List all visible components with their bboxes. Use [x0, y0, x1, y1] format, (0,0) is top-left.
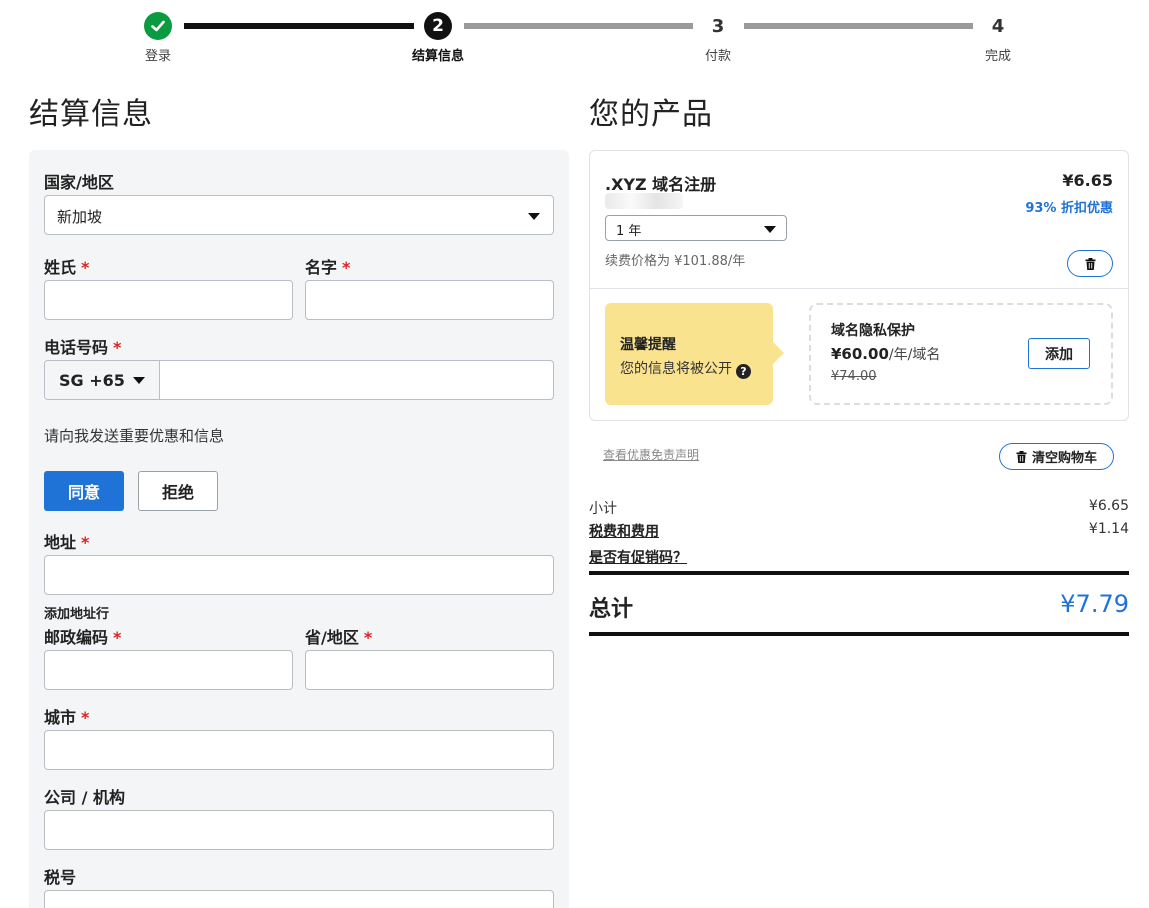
product-price: ¥6.65: [1062, 171, 1113, 190]
company-input[interactable]: [44, 810, 554, 850]
agree-button[interactable]: 同意: [44, 471, 124, 511]
remove-item-button[interactable]: [1067, 250, 1113, 277]
subtotal-row: 小计 ¥6.65: [589, 498, 1129, 518]
warning-title: 温馨提醒: [620, 337, 676, 353]
warning-arrow: [773, 342, 784, 364]
tax-fees-link[interactable]: 税费和费用: [589, 524, 659, 540]
step-complete: 4 完成: [938, 12, 1058, 65]
privacy-title: 域名隐私保护: [831, 323, 915, 339]
checkout-stepper: 登录 2 结算信息 3 付款 4 完成: [0, 0, 1149, 70]
step-number: 4: [991, 15, 1005, 37]
step-number: 3: [711, 15, 725, 37]
clear-cart-label: 清空购物车: [1031, 451, 1097, 466]
company-label: 公司 / 机构: [44, 788, 125, 807]
province-input[interactable]: [305, 650, 554, 690]
privacy-original-price: ¥74.00: [831, 369, 877, 384]
total-value: ¥7.79: [1060, 590, 1129, 618]
city-input[interactable]: [44, 730, 554, 770]
first-name-label: 名字 *: [305, 258, 351, 277]
first-name-input[interactable]: [305, 280, 554, 320]
step-login[interactable]: 登录: [98, 12, 218, 64]
phone-country-code-select[interactable]: SG +65: [45, 361, 160, 399]
product-card: .XYZ 域名注册 ¥6.65 93% 折扣优惠 1 年 续费价格为 ¥101.…: [589, 150, 1129, 421]
help-icon[interactable]: ?: [736, 364, 751, 379]
privacy-price: ¥60.00/年/域名: [831, 345, 941, 363]
total-divider-bottom: [589, 632, 1129, 636]
marketing-consent-text: 请向我发送重要优惠和信息: [44, 427, 225, 445]
tax-row: 税费和费用 ¥1.14: [589, 521, 1129, 541]
check-icon: [144, 12, 172, 40]
postal-code-input[interactable]: [44, 650, 293, 690]
step-payment: 3 付款: [658, 12, 778, 65]
city-label: 城市 *: [44, 708, 90, 727]
promo-row: 是否有促销码？: [589, 547, 1129, 567]
warning-text: 您的信息将被公开?: [620, 358, 751, 379]
tax-value: ¥1.14: [1088, 521, 1129, 537]
subtotal-label: 小计: [589, 501, 617, 517]
country-label: 国家/地区: [44, 173, 114, 192]
last-name-input[interactable]: [44, 280, 293, 320]
total-divider-top: [589, 571, 1129, 575]
card-divider: [590, 288, 1128, 289]
step-billing: 2 结算信息: [378, 12, 498, 64]
trash-icon: [1016, 450, 1027, 463]
term-select-value: 1 年: [616, 224, 642, 239]
step-label: 登录: [144, 49, 171, 64]
tax-id-input[interactable]: [44, 890, 554, 908]
last-name-label: 姓氏 *: [44, 258, 90, 277]
promo-code-link[interactable]: 是否有促销码？: [589, 550, 687, 566]
chevron-down-icon: [528, 213, 540, 220]
chevron-down-icon: [133, 377, 145, 384]
term-select[interactable]: 1 年: [605, 215, 787, 241]
phone-input[interactable]: SG +65: [44, 360, 554, 400]
phone-country-code-value: SG +65: [59, 371, 125, 390]
subtotal-value: ¥6.65: [1088, 498, 1129, 514]
step-number: 2: [424, 12, 452, 40]
province-label: 省/地区 *: [305, 628, 373, 647]
billing-title: 结算信息: [29, 97, 153, 132]
step-label: 付款: [704, 49, 731, 64]
discount-disclaimer-link[interactable]: 查看优惠免责声明: [603, 446, 699, 463]
discount-badge: 93% 折扣优惠: [1025, 201, 1113, 216]
address-label: 地址 *: [44, 533, 90, 552]
add-privacy-button[interactable]: 添加: [1028, 338, 1090, 369]
address-input[interactable]: [44, 555, 554, 595]
clear-cart-button[interactable]: 清空购物车: [999, 443, 1114, 470]
blurred-domain-name: [605, 193, 683, 209]
tax-id-label: 税号: [44, 868, 77, 887]
phone-label: 电话号码 *: [44, 338, 122, 357]
step-label: 完成: [984, 49, 1011, 64]
reject-button[interactable]: 拒绝: [138, 471, 218, 511]
step-label: 结算信息: [411, 49, 464, 64]
product-name: .XYZ 域名注册: [605, 175, 717, 194]
privacy-protection-upsell: 域名隐私保护 ¥60.00/年/域名 ¥74.00 添加: [809, 303, 1113, 405]
chevron-down-icon: [764, 226, 776, 233]
trash-icon: [1085, 257, 1095, 270]
country-select[interactable]: 新加坡: [44, 195, 554, 235]
country-select-value: 新加坡: [57, 208, 103, 226]
add-address-line-link[interactable]: 添加地址行: [44, 603, 109, 622]
products-title: 您的产品: [589, 97, 713, 132]
privacy-warning-box: 温馨提醒 您的信息将被公开?: [605, 303, 773, 405]
total-label: 总计: [589, 597, 634, 622]
renewal-price-text: 续费价格为 ¥101.88/年: [605, 254, 746, 269]
postal-code-label: 邮政编码 *: [44, 628, 122, 647]
